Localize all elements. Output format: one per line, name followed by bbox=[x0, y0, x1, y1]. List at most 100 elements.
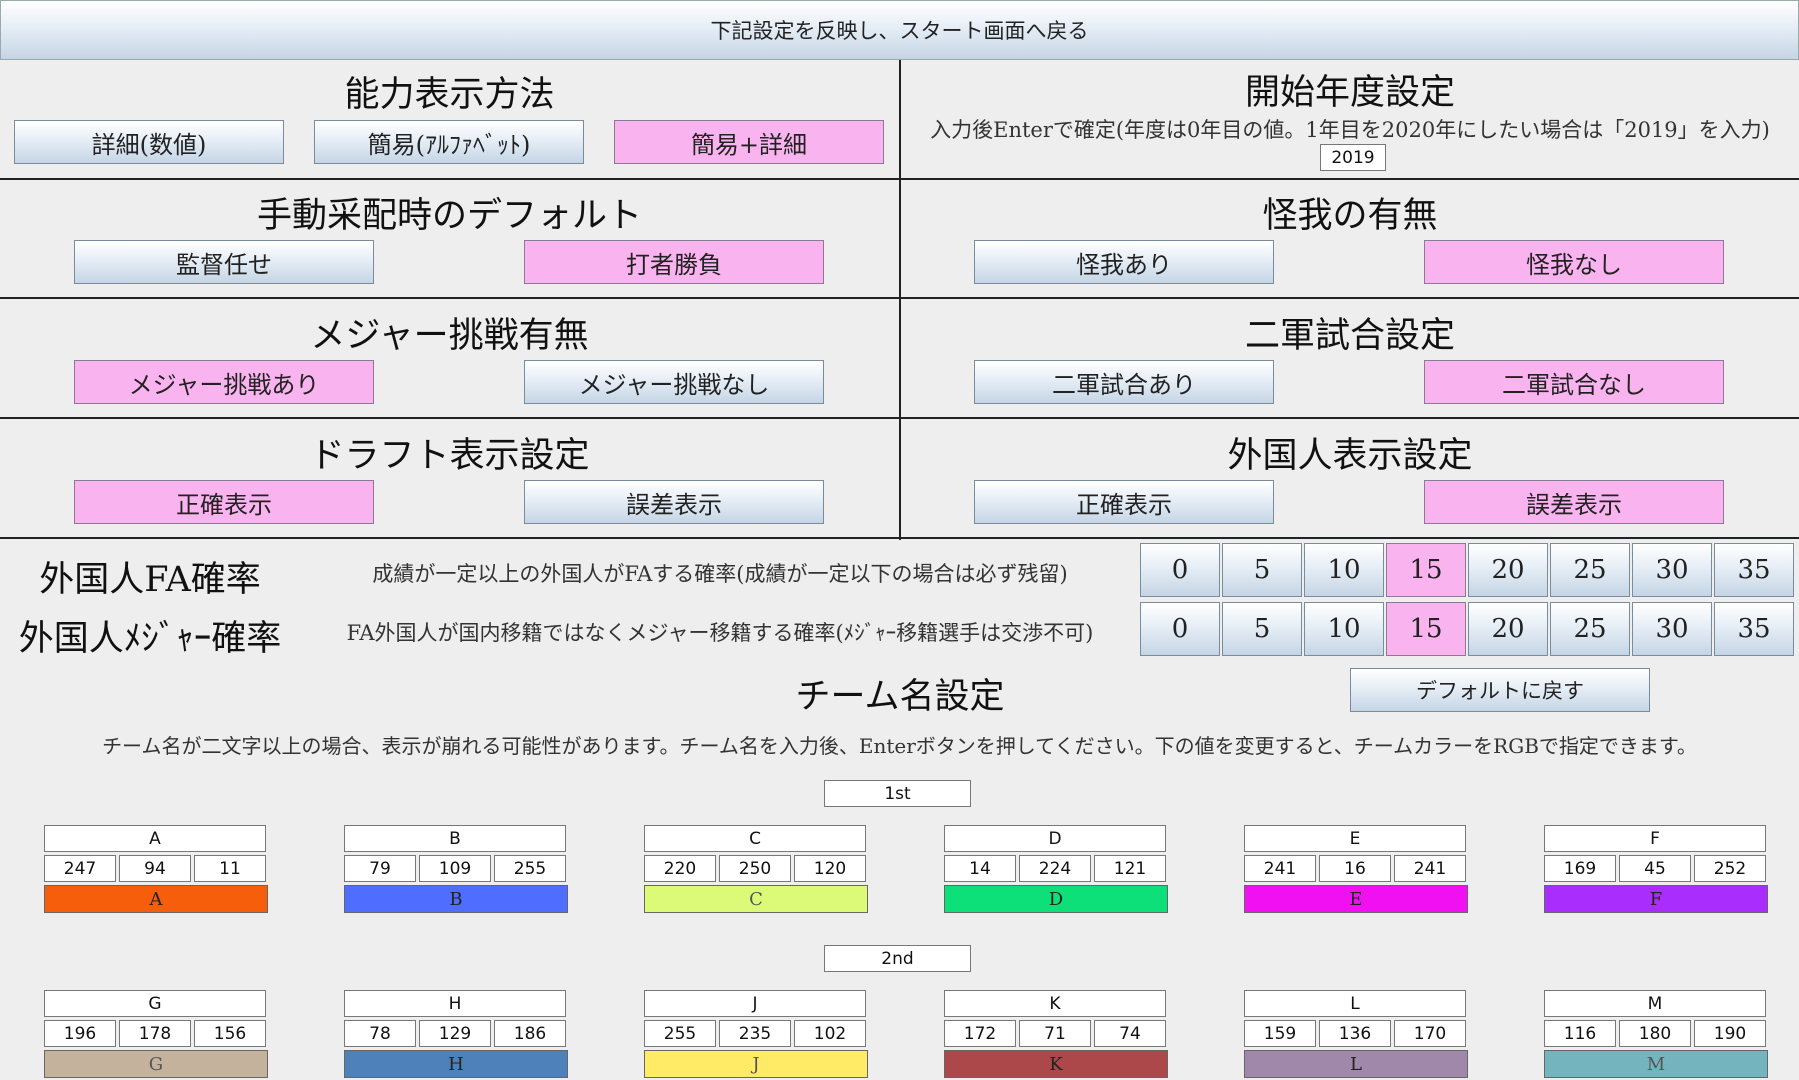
team-color-g-input[interactable]: 136 bbox=[1319, 1020, 1391, 1047]
team-color-g-input[interactable]: 224 bbox=[1019, 855, 1091, 882]
team-color-g-input[interactable]: 16 bbox=[1319, 855, 1391, 882]
team-color-r-input[interactable]: 196 bbox=[44, 1020, 116, 1047]
ability-option-detail[interactable]: 詳細(数値) bbox=[14, 120, 284, 164]
team-color-b-input[interactable]: 74 bbox=[1094, 1020, 1166, 1047]
team-color-r-input[interactable]: 79 bbox=[344, 855, 416, 882]
major-rate-option-35[interactable]: 35 bbox=[1714, 602, 1794, 656]
ability-option-both[interactable]: 簡易+詳細 bbox=[614, 120, 884, 164]
fa-rate-option-25[interactable]: 25 bbox=[1550, 543, 1630, 597]
fa-rate-option-0[interactable]: 0 bbox=[1140, 543, 1220, 597]
team-color-r-input[interactable]: 116 bbox=[1544, 1020, 1616, 1047]
team-name-input[interactable]: F bbox=[1544, 825, 1766, 852]
team-note: チーム名が二文字以上の場合、表示が崩れる可能性があります。チーム名を入力後、En… bbox=[102, 734, 1697, 758]
team-color-r-input[interactable]: 159 bbox=[1244, 1020, 1316, 1047]
ability-option-simple[interactable]: 簡易(ｱﾙﾌｧﾍﾞｯﾄ) bbox=[314, 120, 584, 164]
team-color-g-input[interactable]: 250 bbox=[719, 855, 791, 882]
team-name-input[interactable]: H bbox=[344, 990, 566, 1017]
team-color-r-input[interactable]: 241 bbox=[1244, 855, 1316, 882]
team-color-r-input[interactable]: 172 bbox=[944, 1020, 1016, 1047]
major-rate-option-10[interactable]: 10 bbox=[1304, 602, 1384, 656]
team-color-g-input[interactable]: 94 bbox=[119, 855, 191, 882]
team-color-swatch: L bbox=[1244, 1050, 1468, 1078]
injury-title: 怪我の有無 bbox=[1262, 196, 1438, 236]
start-year-note: 入力後Enterで確定(年度は0年目の値。1年目を2020年にしたい場合は「20… bbox=[930, 118, 1770, 142]
foreign-display-title: 外国人表示設定 bbox=[1227, 436, 1473, 476]
team-name-input[interactable]: J bbox=[644, 990, 866, 1017]
team-color-b-input[interactable]: 186 bbox=[494, 1020, 566, 1047]
major-rate-option-20[interactable]: 20 bbox=[1468, 602, 1548, 656]
major-rate-option-25[interactable]: 25 bbox=[1550, 602, 1630, 656]
team-color-b-input[interactable]: 121 bbox=[1094, 855, 1166, 882]
team-name-input[interactable]: M bbox=[1544, 990, 1766, 1017]
team-color-swatch: G bbox=[44, 1050, 268, 1078]
start-year-input[interactable]: 2019 bbox=[1320, 144, 1386, 171]
team-name-input[interactable]: A bbox=[44, 825, 266, 852]
league-name-input[interactable]: 2nd bbox=[824, 945, 971, 972]
team-color-r-input[interactable]: 247 bbox=[44, 855, 116, 882]
draft-option-exact[interactable]: 正確表示 bbox=[74, 480, 374, 524]
team-color-r-input[interactable]: 220 bbox=[644, 855, 716, 882]
foreign-display-option-error[interactable]: 誤差表示 bbox=[1424, 480, 1724, 524]
major-option-off[interactable]: メジャー挑戦なし bbox=[524, 360, 824, 404]
team-color-g-input[interactable]: 71 bbox=[1019, 1020, 1091, 1047]
fa-rate-option-30[interactable]: 30 bbox=[1632, 543, 1712, 597]
team-color-b-input[interactable]: 190 bbox=[1694, 1020, 1766, 1047]
team-title: チーム名設定 bbox=[795, 677, 1005, 717]
team-name-input[interactable]: K bbox=[944, 990, 1166, 1017]
start-year-title: 開始年度設定 bbox=[1244, 73, 1455, 113]
team-name-input[interactable]: C bbox=[644, 825, 866, 852]
team-color-b-input[interactable]: 120 bbox=[794, 855, 866, 882]
team-color-b-input[interactable]: 156 bbox=[194, 1020, 266, 1047]
fa-rate-option-35[interactable]: 35 bbox=[1714, 543, 1794, 597]
reset-default-button[interactable]: デフォルトに戻す bbox=[1350, 668, 1650, 712]
team-color-b-input[interactable]: 241 bbox=[1394, 855, 1466, 882]
team-color-swatch: A bbox=[44, 885, 268, 913]
team-color-r-input[interactable]: 14 bbox=[944, 855, 1016, 882]
fa-rate-option-5[interactable]: 5 bbox=[1222, 543, 1302, 597]
fa-rate-option-20[interactable]: 20 bbox=[1468, 543, 1548, 597]
injury-option-off[interactable]: 怪我なし bbox=[1424, 240, 1724, 284]
team-color-g-input[interactable]: 180 bbox=[1619, 1020, 1691, 1047]
team-color-r-input[interactable]: 78 bbox=[344, 1020, 416, 1047]
manual-option-batter[interactable]: 打者勝負 bbox=[524, 240, 824, 284]
team-color-g-input[interactable]: 129 bbox=[419, 1020, 491, 1047]
team-name-input[interactable]: B bbox=[344, 825, 566, 852]
draft-option-error[interactable]: 誤差表示 bbox=[524, 480, 824, 524]
team-color-g-input[interactable]: 109 bbox=[419, 855, 491, 882]
manual-title: 手動采配時のデフォルト bbox=[256, 196, 642, 236]
team-color-r-input[interactable]: 169 bbox=[1544, 855, 1616, 882]
major-rate-option-15[interactable]: 15 bbox=[1386, 602, 1466, 656]
fa-rate-title: 外国人FA確率 bbox=[39, 560, 261, 600]
farm-title: 二軍試合設定 bbox=[1244, 316, 1455, 356]
foreign-display-option-exact[interactable]: 正確表示 bbox=[974, 480, 1274, 524]
major-option-on[interactable]: メジャー挑戦あり bbox=[74, 360, 374, 404]
farm-option-off[interactable]: 二軍試合なし bbox=[1424, 360, 1724, 404]
team-color-g-input[interactable]: 178 bbox=[119, 1020, 191, 1047]
team-name-input[interactable]: G bbox=[44, 990, 266, 1017]
team-color-b-input[interactable]: 252 bbox=[1694, 855, 1766, 882]
league-name-input[interactable]: 1st bbox=[824, 780, 971, 807]
major-rate-option-5[interactable]: 5 bbox=[1222, 602, 1302, 656]
team-color-swatch: J bbox=[644, 1050, 868, 1078]
fa-rate-option-15[interactable]: 15 bbox=[1386, 543, 1466, 597]
team-color-swatch: H bbox=[344, 1050, 568, 1078]
team-color-g-input[interactable]: 235 bbox=[719, 1020, 791, 1047]
major-rate-option-30[interactable]: 30 bbox=[1632, 602, 1712, 656]
fa-rate-option-10[interactable]: 10 bbox=[1304, 543, 1384, 597]
team-name-input[interactable]: E bbox=[1244, 825, 1466, 852]
farm-option-on[interactable]: 二軍試合あり bbox=[974, 360, 1274, 404]
team-color-g-input[interactable]: 45 bbox=[1619, 855, 1691, 882]
team-color-b-input[interactable]: 11 bbox=[194, 855, 266, 882]
team-color-b-input[interactable]: 102 bbox=[794, 1020, 866, 1047]
team-color-b-input[interactable]: 170 bbox=[1394, 1020, 1466, 1047]
injury-option-on[interactable]: 怪我あり bbox=[974, 240, 1274, 284]
team-name-input[interactable]: D bbox=[944, 825, 1166, 852]
major-title: メジャー挑戦有無 bbox=[310, 316, 589, 356]
apply-and-return-button[interactable]: 下記設定を反映し、スタート画面へ戻る bbox=[0, 0, 1799, 60]
major-rate-option-0[interactable]: 0 bbox=[1140, 602, 1220, 656]
team-color-swatch: M bbox=[1544, 1050, 1768, 1078]
team-color-r-input[interactable]: 255 bbox=[644, 1020, 716, 1047]
team-name-input[interactable]: L bbox=[1244, 990, 1466, 1017]
manual-option-manager[interactable]: 監督任せ bbox=[74, 240, 374, 284]
team-color-b-input[interactable]: 255 bbox=[494, 855, 566, 882]
